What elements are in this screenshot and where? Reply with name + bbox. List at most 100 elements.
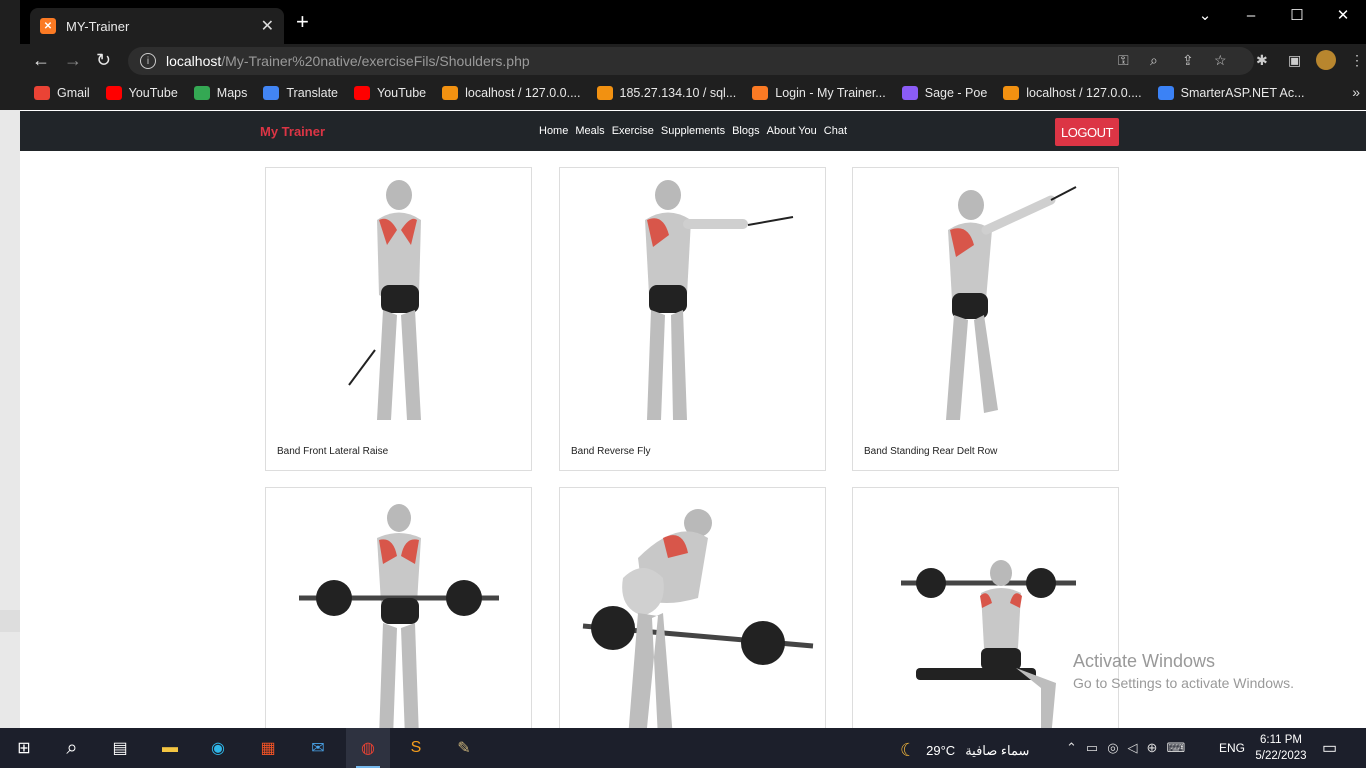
extensions-icon[interactable]: ✱ [1256,52,1268,69]
moon-icon: ☾ [900,740,917,760]
bookmark-item[interactable]: localhost / 127.0.0.... [1003,86,1142,100]
bookmark-item[interactable]: Maps [193,86,247,100]
reload-icon[interactable]: ↻ [96,50,111,71]
poe-icon [901,86,918,100]
menu-exercise[interactable]: Exercise [612,125,654,137]
clock-time: 6:11 PM [1260,734,1302,746]
bookmark-item[interactable]: YouTube [354,86,426,100]
chrome-icon[interactable]: ◍ [356,737,380,759]
menu-supplements[interactable]: Supplements [661,125,725,137]
site-brand[interactable]: My Trainer [260,124,325,139]
bookmark-item[interactable]: 185.27.134.10 / sql... [596,86,737,100]
zoom-icon[interactable]: ⌕ [1150,52,1158,69]
tab-search-icon[interactable]: ⌄ [1182,0,1228,30]
bookmark-item[interactable]: Login - My Trainer... [752,86,886,100]
bookmarks-bar: Gmail YouTube Maps Translate YouTube localhos… [20,80,1366,106]
language-indicator[interactable]: ENG [1219,741,1245,755]
gmail-icon [34,86,50,100]
exercise-name: Band Front Lateral Raise [277,446,389,457]
exercise-image [560,488,825,728]
exercise-card[interactable]: Band Front Lateral Raise [265,167,532,471]
xampp-icon: ✕ [40,18,56,34]
network-icon[interactable]: ⊕ [1147,740,1158,756]
maximize-button[interactable]: ☐ [1274,0,1320,30]
exercise-card[interactable] [852,487,1119,728]
url-path: /My-Trainer%20native/exerciseFils/Should… [221,53,530,69]
start-windows-icon[interactable]: ⊞ [12,737,36,759]
volume-icon[interactable]: ◁ [1128,740,1138,756]
close-window-button[interactable]: ✕ [1320,0,1366,30]
exercise-image [560,168,825,436]
site-navbar: My Trainer Home Meals Exercise Supplemen… [20,111,1366,151]
logout-button[interactable]: LOGOUT [1055,118,1119,146]
menu-about-you[interactable]: About You [767,125,817,137]
paint-icon[interactable]: ✎ [452,737,476,759]
exercise-card[interactable]: Band Reverse Fly [559,167,826,471]
exercise-card[interactable]: Band Standing Rear Delt Row [852,167,1119,471]
menu-chat[interactable]: Chat [824,125,847,137]
xampp-icon [752,86,769,100]
key-icon[interactable]: ⚿ [1118,52,1129,69]
store-icon[interactable]: ▦ [256,737,280,759]
share-icon[interactable]: ⇪ [1182,52,1194,69]
file-explorer-icon[interactable]: ▬ [158,737,182,759]
bookmark-item[interactable]: YouTube [105,86,178,100]
bookmark-label: Login - My Trainer... [775,86,886,100]
search-icon[interactable]: ⌕ [60,737,84,759]
bookmark-item[interactable]: Sage - Poe [901,86,987,100]
bookmark-item[interactable]: SmarterASP.NET Ac... [1157,86,1305,100]
back-icon[interactable]: ← [32,50,50,71]
mail-icon[interactable]: ✉ [306,737,330,759]
camera-icon[interactable]: ◎ [1107,740,1118,756]
bookmark-label: YouTube [128,86,178,100]
address-row: ← → ↻ i localhost/My-Trainer%20native/ex… [20,44,1366,78]
notification-icon[interactable]: ▭ [1322,738,1337,758]
battery-icon[interactable]: ▭ [1086,740,1098,756]
keyboard-icon[interactable]: ⌨ [1166,740,1185,756]
task-view-icon[interactable]: ▤ [108,737,132,759]
bookmark-item[interactable]: localhost / 127.0.0.... [442,86,581,100]
bookmark-item[interactable]: Translate [263,86,338,100]
chevron-up-icon[interactable]: ⌃ [1066,740,1077,756]
menu-home[interactable]: Home [539,125,568,137]
new-tab-button[interactable]: + [296,10,309,34]
minimize-button[interactable]: – [1228,0,1274,30]
weather-widget[interactable]: ☾ 29°C سماء صافية [900,740,1029,761]
bookmark-label: YouTube [377,86,427,100]
menu-meals[interactable]: Meals [575,125,604,137]
exercise-image [853,488,1118,728]
bookmark-label: 185.27.134.10 / sql... [619,86,737,100]
close-tab-icon[interactable]: ✕ [261,16,274,36]
exercise-card[interactable] [265,487,532,728]
exercise-name: Band Standing Rear Delt Row [864,446,998,457]
menu-blogs[interactable]: Blogs [732,125,760,137]
youtube-icon [354,86,371,100]
profile-avatar[interactable] [1316,50,1336,70]
edge-icon[interactable]: ◉ [206,737,230,759]
address-bar[interactable]: i localhost/My-Trainer%20native/exercise… [128,47,1254,75]
exercise-card[interactable] [559,487,826,728]
translate-icon [263,86,280,100]
phpmyadmin-icon [1003,86,1020,100]
site-menu: Home Meals Exercise Supplements Blogs Ab… [539,125,854,137]
more-bookmarks-icon[interactable]: » [1352,84,1360,100]
weather-temp: 29°C [926,743,956,758]
side-panel-icon[interactable]: ▣ [1288,52,1301,69]
browser-tab[interactable]: ✕ MY-Trainer ✕ [30,8,284,44]
phpmyadmin-icon [596,86,613,100]
bookmark-star-icon[interactable]: ☆ [1214,52,1227,69]
chrome-menu-icon[interactable]: ⋮ [1350,52,1364,69]
window-controls: ⌄ – ☐ ✕ [1182,0,1366,30]
bookmark-label: Gmail [57,86,90,100]
site-info-icon[interactable]: i [140,53,156,69]
maps-icon [193,86,210,100]
tab-title: MY-Trainer [66,18,130,34]
sublime-text-icon[interactable]: S [404,737,428,759]
weather-text: سماء صافية [965,742,1030,758]
forward-icon[interactable]: → [64,50,82,71]
clock[interactable]: 6:11 PM 5/22/2023 [1255,732,1307,764]
system-tray: ⌃ ▭ ◎ ◁ ⊕ ⌨ [1066,740,1185,756]
watermark-subtitle: Go to Settings to activate Windows. [1073,675,1294,691]
windows-taskbar: ⊞ ⌕ ▤ ▬ ◉ ▦ ✉ ◍ S ✎ ☾ 29°C سماء صافية ⌃ … [0,728,1366,768]
bookmark-item[interactable]: Gmail [34,86,90,100]
